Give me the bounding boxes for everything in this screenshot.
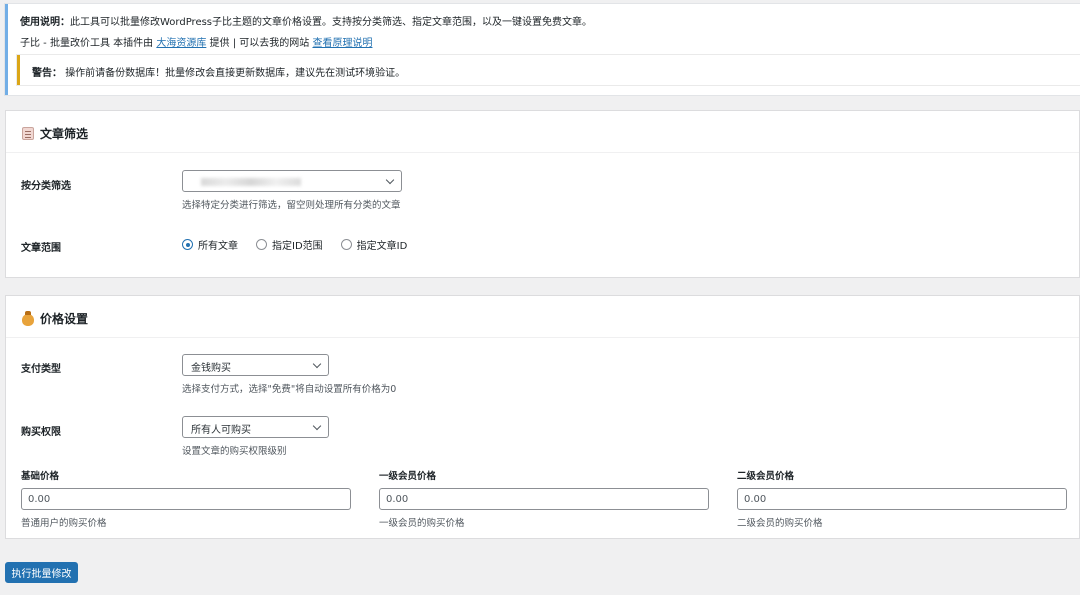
credit-mid: 提供 | 可以去我的网站 [209,38,310,49]
base-price-group: 基础价格 0.00 普通用户的购买价格 [21,468,351,529]
credit-prefix: 子比 - 批量改价工具 本插件由 [20,38,154,49]
chevron-down-icon [312,359,322,369]
radio-range-label: 指定ID范围 [272,241,323,252]
permission-value: 所有人可购买 [191,425,251,436]
permission-select[interactable]: 所有人可购买 [182,416,329,438]
warning-text: 操作前请备份数据库！批量修改会直接更新数据库，建议先在测试环境验证。 [65,68,406,79]
radio-all-label: 所有文章 [198,241,238,252]
pay-type-help: 选择支付方式，选择"免费"将自动设置所有价格为0 [182,384,397,395]
chevron-down-icon [385,175,395,185]
warning-message: 警告： 操作前请备份数据库！批量修改会直接更新数据库，建议先在测试环境验证。 [32,64,405,79]
base-price-input[interactable]: 0.00 [21,488,351,510]
radio-ids-label: 指定文章ID [356,241,408,252]
radio-unchecked-icon[interactable] [340,239,352,250]
usage-notice: 使用说明：此工具可以批量修改WordPress子比主题的文章价格设置。支持按分类… [5,4,1080,95]
radio-specific-ids[interactable]: 指定文章ID [340,237,408,252]
range-label: 文章范围 [21,243,61,254]
category-select[interactable] [182,170,402,192]
radio-id-range[interactable]: 指定ID范围 [256,237,323,252]
pay-type-label: 支付类型 [21,364,61,375]
radio-all-posts[interactable]: 所有文章 [182,237,238,252]
filter-title-text: 文章筛选 [40,127,89,141]
level1-price-label: 一级会员价格 [379,471,437,482]
base-price-label: 基础价格 [21,471,60,482]
usage-description: 使用说明：此工具可以批量修改WordPress子比主题的文章价格设置。支持按分类… [20,13,592,28]
price-card-header: 价格设置 [6,296,1079,338]
money-bag-icon [22,310,34,326]
category-help: 选择特定分类进行筛选，留空则处理所有分类的文章 [182,200,401,211]
price-title-text: 价格设置 [40,312,89,326]
level2-price-label: 二级会员价格 [737,471,795,482]
radio-unchecked-icon[interactable] [256,239,267,250]
price-card-title: 价格设置 [22,310,88,327]
usage-label: 使用说明： [20,17,70,28]
filter-card-title: 文章筛选 [22,125,88,142]
range-radio-group: 所有文章 指定ID范围 指定文章ID [182,237,407,252]
level2-price-input[interactable]: 0.00 [737,488,1067,510]
permission-help: 设置文章的购买权限级别 [182,446,287,457]
pay-type-select[interactable]: 金钱购买 [182,354,329,376]
execute-batch-button[interactable]: 执行批量修改 [5,562,78,583]
level1-price-group: 一级会员价格 0.00 一级会员的购买价格 [379,468,709,529]
credit-line: 子比 - 批量改价工具 本插件由 大海资源库 提供 | 可以去我的网站 查看原理… [20,34,372,49]
warning-notice: 警告： 操作前请备份数据库！批量修改会直接更新数据库，建议先在测试环境验证。 [17,55,1080,85]
level1-price-input[interactable]: 0.00 [379,488,709,510]
warning-label: 警告： [32,68,62,79]
level2-price-help: 二级会员的购买价格 [737,518,823,529]
usage-text: 此工具可以批量修改WordPress子比主题的文章价格设置。支持按分类筛选、指定… [70,17,593,28]
pay-type-value: 金钱购买 [191,363,231,374]
chevron-down-icon [312,421,322,431]
price-card: 价格设置 支付类型 金钱购买 选择支付方式，选择"免费"将自动设置所有价格为0 … [5,295,1080,539]
level1-price-help: 一级会员的购买价格 [379,518,465,529]
base-price-help: 普通用户的购买价格 [21,518,107,529]
clipboard-icon [22,127,34,140]
resource-site-link[interactable]: 大海资源库 [156,38,206,49]
principle-link[interactable]: 查看原理说明 [312,38,372,49]
level2-price-group: 二级会员价格 0.00 二级会员的购买价格 [737,468,1067,529]
filter-card: 文章筛选 按分类筛选 选择特定分类进行筛选，留空则处理所有分类的文章 文章范围 … [5,110,1080,278]
permission-label: 购买权限 [21,427,61,438]
category-filter-label: 按分类筛选 [21,181,71,192]
filter-card-header: 文章筛选 [6,111,1079,153]
blurred-category-value [201,178,301,186]
radio-checked-icon[interactable] [182,239,193,250]
